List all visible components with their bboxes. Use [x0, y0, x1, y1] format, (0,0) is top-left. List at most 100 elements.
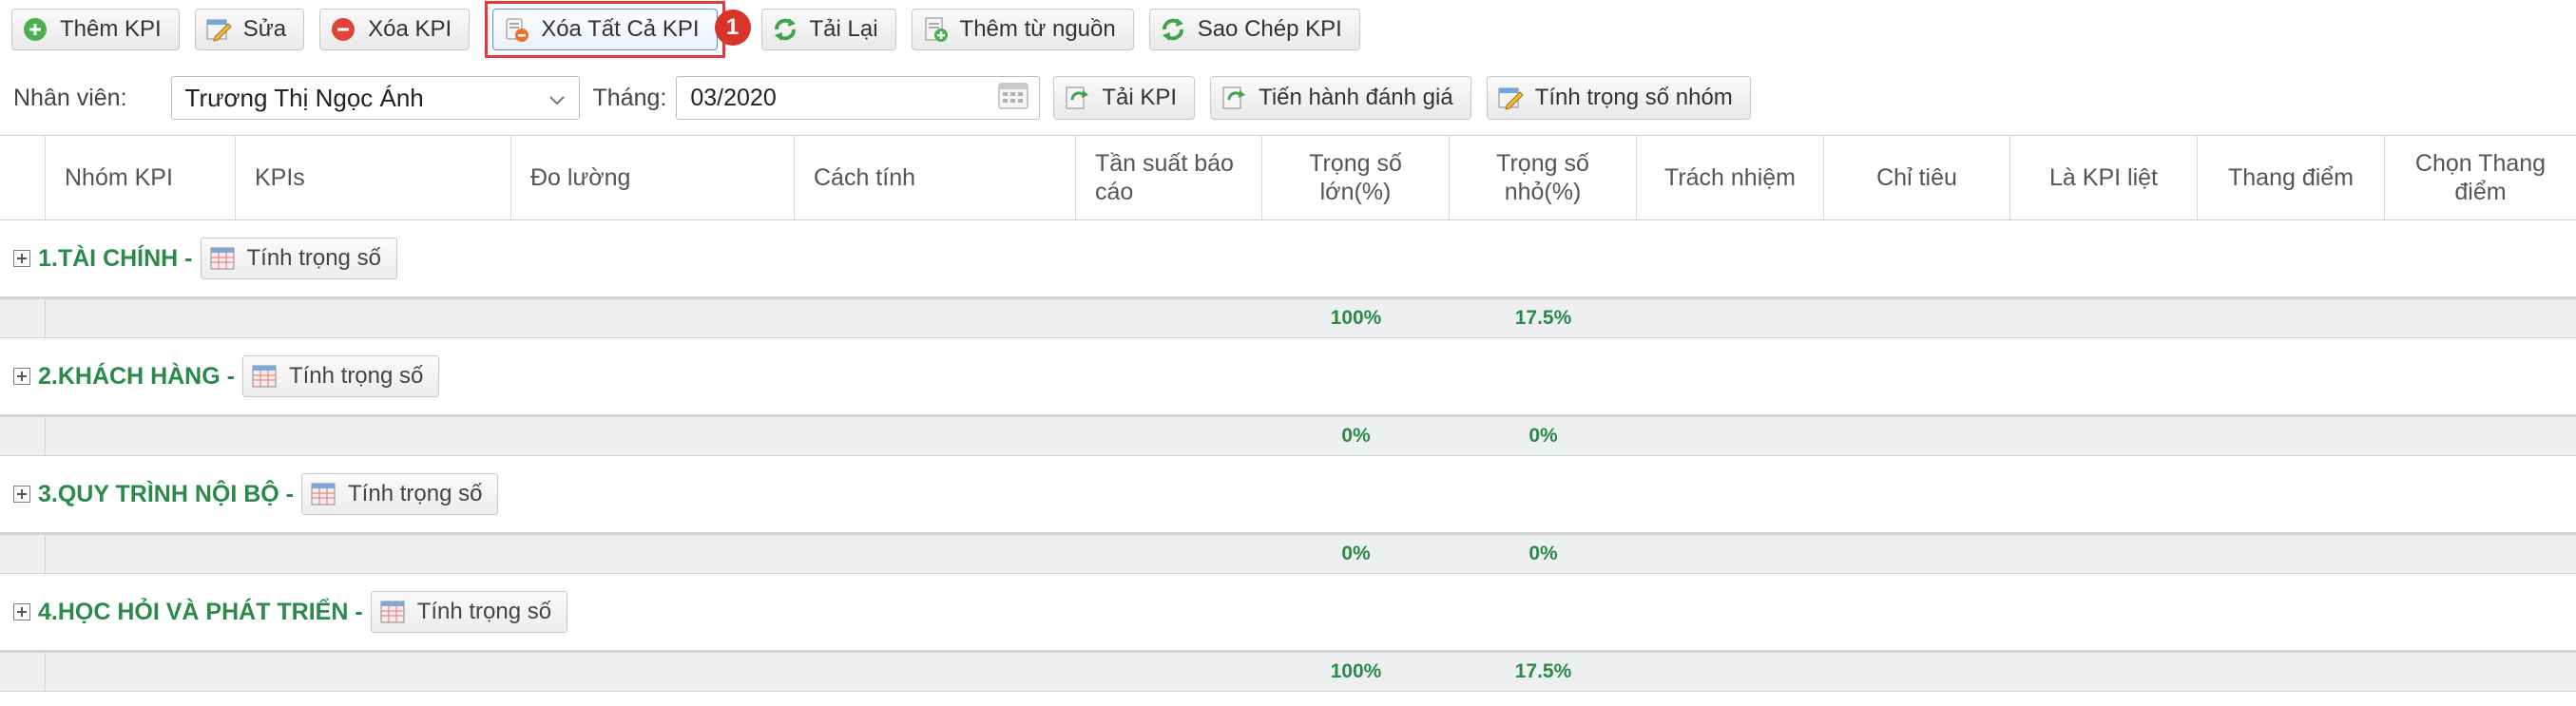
table-icon	[379, 599, 406, 625]
group-summary-row: 100% 17.5%	[0, 296, 2576, 338]
calendar-icon[interactable]	[997, 80, 1029, 117]
evaluate-icon	[1221, 85, 1247, 111]
delete-icon	[330, 16, 356, 43]
group-title: 3.QUY TRÌNH NỘI BỘ -	[38, 480, 295, 507]
group-title: 4.HỌC HỎI VÀ PHÁT TRIỂN -	[38, 598, 363, 625]
delete-all-kpi-button[interactable]: Xóa Tất Cả KPI	[492, 9, 718, 50]
summary-spacer	[0, 417, 46, 455]
column-header[interactable]: Trách nhiệm	[1637, 136, 1824, 219]
calc-weight-button[interactable]: Tính trọng số	[241, 355, 440, 397]
month-value: 03/2020	[690, 84, 777, 111]
load-icon	[1064, 85, 1090, 111]
column-header[interactable]: Chọn Thang điểm	[2385, 136, 2576, 219]
column-header[interactable]: Đo lường	[511, 136, 795, 219]
column-header[interactable]: KPIs	[236, 136, 511, 219]
add-kpi-label: Thêm KPI	[60, 16, 162, 42]
load-kpi-label: Tải KPI	[1102, 85, 1178, 110]
toolbar: Thêm KPI Sửa Xóa KPI Xóa Tất Cả KPI 1 Tả…	[0, 0, 2576, 59]
employee-label: Nhân viên:	[13, 84, 127, 111]
load-kpi-button[interactable]: Tải KPI	[1053, 76, 1196, 120]
month-label: Tháng:	[592, 84, 667, 111]
filter-bar: Nhân viên: Trương Thị Ngọc Ánh Tháng: 03…	[0, 68, 2576, 127]
weight-large-value: 0%	[1341, 425, 1371, 447]
expand-icon[interactable]	[13, 603, 30, 620]
weight-small-value: 17.5%	[1514, 660, 1572, 682]
column-header[interactable]: Nhóm KPI	[46, 136, 236, 219]
group-title: 1.TÀI CHÍNH -	[38, 244, 193, 272]
edit-label: Sửa	[242, 16, 287, 42]
document-add-icon	[922, 16, 949, 43]
weight-large-value: 100%	[1330, 307, 1382, 329]
calc-weight-label: Tính trọng số	[246, 245, 381, 271]
column-header[interactable]: Tần suất báo cáo	[1076, 136, 1262, 219]
group-row: 3.QUY TRÌNH NỘI BỘ - Tính trọng số	[0, 456, 2576, 532]
copy-kpi-button[interactable]: Sao Chép KPI	[1148, 9, 1360, 50]
weight-large-value: 0%	[1341, 543, 1371, 564]
summary-spacer	[46, 653, 1262, 691]
summary-spacer	[0, 299, 46, 337]
step-badge: 1	[714, 10, 751, 46]
table-icon	[251, 363, 278, 390]
evaluate-button[interactable]: Tiến hành đánh giá	[1210, 76, 1471, 120]
column-header[interactable]: Cách tính	[795, 136, 1076, 219]
add-kpi-button[interactable]: Thêm KPI	[11, 9, 180, 50]
table-icon	[209, 245, 236, 272]
calc-weight-button[interactable]: Tính trọng số	[301, 473, 499, 515]
expand-icon[interactable]	[13, 368, 30, 385]
weight-small-value: 0%	[1528, 425, 1558, 447]
weight-small-value: 17.5%	[1514, 307, 1572, 329]
month-input[interactable]: 03/2020	[676, 76, 1041, 120]
column-header[interactable]: Là KPI liệt	[2010, 136, 2198, 219]
refresh-icon	[772, 16, 798, 43]
delete-all-icon	[503, 16, 529, 43]
weight-small-value: 0%	[1528, 543, 1558, 564]
group-row: 1.TÀI CHÍNH - Tính trọng số	[0, 220, 2576, 296]
calc-weight-button[interactable]: Tính trọng số	[370, 591, 568, 633]
reload-label: Tải Lại	[809, 16, 878, 42]
reload-button[interactable]: Tải Lại	[760, 9, 896, 50]
edit-icon	[205, 16, 232, 43]
calc-weight-button[interactable]: Tính trọng số	[200, 238, 397, 279]
employee-select[interactable]: Trương Thị Ngọc Ánh	[170, 76, 580, 120]
summary-spacer	[46, 299, 1262, 337]
column-header[interactable]: Trọng số lớn(%)	[1262, 136, 1450, 219]
edit-button[interactable]: Sửa	[194, 9, 305, 50]
table-icon	[310, 481, 336, 507]
weight-large-value: 100%	[1330, 660, 1382, 682]
group-row: 4.HỌC HỎI VÀ PHÁT TRIỂN - Tính trọng số	[0, 574, 2576, 650]
column-header[interactable]: Trọng số nhỏ(%)	[1450, 136, 1637, 219]
column-header[interactable]: Chỉ tiêu	[1824, 136, 2010, 219]
evaluate-label: Tiến hành đánh giá	[1259, 85, 1453, 110]
calc-weight-label: Tính trọng số	[416, 599, 552, 624]
summary-spacer	[46, 417, 1262, 455]
delete-kpi-label: Xóa KPI	[368, 16, 452, 42]
group-summary-row: 0% 0%	[0, 414, 2576, 456]
delete-all-kpi-label: Xóa Tất Cả KPI	[541, 16, 700, 42]
calc-weight-label: Tính trọng số	[348, 481, 483, 506]
grid-header: Nhóm KPI KPIs Đo lường Cách tính Tần suấ…	[0, 136, 2576, 220]
employee-value: Trương Thị Ngọc Ánh	[184, 83, 424, 112]
delete-kpi-button[interactable]: Xóa KPI	[319, 9, 471, 50]
group-row: 2.KHÁCH HÀNG - Tính trọng số	[0, 338, 2576, 414]
add-from-source-button[interactable]: Thêm từ nguồn	[911, 9, 1134, 50]
group-weight-label: Tính trọng số nhóm	[1534, 85, 1733, 110]
kpi-grid: Nhóm KPI KPIs Đo lường Cách tính Tần suấ…	[0, 135, 2576, 692]
group-title: 2.KHÁCH HÀNG -	[38, 362, 235, 390]
summary-spacer	[0, 535, 46, 573]
summary-spacer	[0, 653, 46, 691]
copy-kpi-label: Sao Chép KPI	[1197, 16, 1342, 42]
expand-icon[interactable]	[13, 250, 30, 267]
group-weight-icon	[1497, 85, 1524, 111]
group-summary-row: 0% 0%	[0, 532, 2576, 574]
chevron-down-icon	[548, 84, 566, 113]
calc-weight-label: Tính trọng số	[288, 363, 424, 389]
copy-refresh-icon	[1160, 16, 1186, 43]
add-icon	[22, 16, 48, 43]
highlight-box: Xóa Tất Cả KPI 1	[485, 1, 751, 58]
add-from-source-label: Thêm từ nguồn	[959, 16, 1116, 42]
expander-column-header	[0, 136, 46, 219]
expand-icon[interactable]	[13, 486, 30, 503]
summary-spacer	[46, 535, 1262, 573]
group-weight-button[interactable]: Tính trọng số nhóm	[1486, 76, 1751, 120]
column-header[interactable]: Thang điểm	[2198, 136, 2385, 219]
